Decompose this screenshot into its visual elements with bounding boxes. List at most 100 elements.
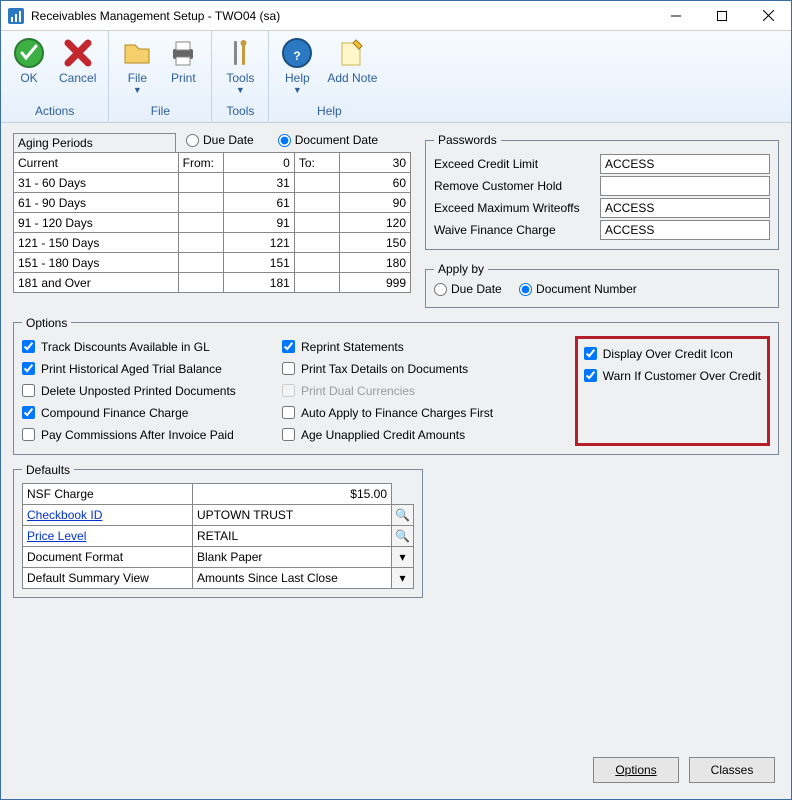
- svg-text:?: ?: [294, 49, 301, 63]
- password-row: Remove Customer Hold: [434, 175, 770, 197]
- options-fieldset: Options Track Discounts Available in GLP…: [13, 316, 779, 455]
- search-icon: 🔍: [395, 529, 410, 543]
- aging-to-header: To:: [294, 153, 339, 173]
- option-checkbox: Print Dual Currencies: [282, 380, 522, 402]
- summary-view-dropdown-button[interactable]: ▾: [392, 567, 414, 589]
- price-level-input[interactable]: RETAIL: [192, 525, 392, 547]
- aging-periods-panel: Aging Periods Due Date Document Date Cur…: [13, 133, 411, 316]
- option-label: Print Tax Details on Documents: [301, 362, 468, 376]
- option-checkbox[interactable]: Warn If Customer Over Credit: [584, 365, 761, 387]
- password-input[interactable]: ACCESS: [600, 198, 770, 218]
- option-label: Age Unapplied Credit Amounts: [301, 428, 465, 442]
- aging-document-date-radio[interactable]: Document Date: [278, 133, 378, 147]
- ribbon-group-file: File ▼ Print File: [109, 31, 212, 122]
- aging-from-value[interactable]: 181: [224, 273, 295, 293]
- window-title: Receivables Management Setup - TWO04 (sa…: [31, 9, 653, 23]
- password-row: Exceed Credit Limit ACCESS: [434, 153, 770, 175]
- option-label: Warn If Customer Over Credit: [603, 369, 761, 383]
- help-menu-button[interactable]: ? Help ▼: [275, 35, 319, 95]
- aging-from-value[interactable]: 61: [224, 193, 295, 213]
- chevron-down-icon: ▼: [293, 87, 302, 93]
- applyby-fieldset: Apply by Due Date Document Number: [425, 262, 779, 308]
- print-button[interactable]: Print: [161, 35, 205, 95]
- defaults-fieldset: Defaults NSF Charge $15.00 Checkbook ID …: [13, 463, 423, 598]
- option-checkbox[interactable]: Reprint Statements: [282, 336, 522, 358]
- minimize-button[interactable]: [653, 1, 699, 31]
- document-format-select[interactable]: Blank Paper: [192, 546, 392, 568]
- aging-row-label: 31 - 60 Days: [14, 173, 179, 193]
- aging-to-value[interactable]: 90: [340, 193, 411, 213]
- applyby-due-date-radio[interactable]: Due Date: [434, 282, 502, 296]
- applyby-document-number-radio[interactable]: Document Number: [519, 282, 637, 296]
- titlebar: Receivables Management Setup - TWO04 (sa…: [1, 1, 791, 31]
- checkbook-id-link[interactable]: Checkbook ID: [27, 508, 102, 522]
- credit-options-highlight: Display Over Credit Icon Warn If Customer…: [575, 336, 770, 446]
- default-summary-view-row: Default Summary View Amounts Since Last …: [22, 567, 414, 589]
- aging-row-label: Current: [14, 153, 179, 173]
- password-label: Exceed Credit Limit: [434, 157, 594, 171]
- close-button[interactable]: [745, 1, 791, 31]
- ok-button[interactable]: OK: [7, 35, 51, 87]
- aging-periods-legend: Aging Periods: [13, 133, 176, 153]
- add-note-button[interactable]: Add Note: [321, 35, 383, 95]
- classes-button[interactable]: Classes: [689, 757, 775, 783]
- password-label: Waive Finance Charge: [434, 223, 594, 237]
- option-checkbox[interactable]: Print Tax Details on Documents: [282, 358, 522, 380]
- option-label: Compound Finance Charge: [41, 406, 188, 420]
- file-menu-button[interactable]: File ▼: [115, 35, 159, 95]
- aging-to-value[interactable]: 60: [340, 173, 411, 193]
- options-button[interactable]: Options: [593, 757, 679, 783]
- search-icon: 🔍: [395, 508, 410, 522]
- ribbon: OK Cancel Actions File ▼ Print: [1, 31, 791, 123]
- option-checkbox[interactable]: Age Unapplied Credit Amounts: [282, 424, 522, 446]
- nsf-charge-input[interactable]: $15.00: [192, 483, 392, 505]
- price-level-lookup-button[interactable]: 🔍: [392, 525, 414, 547]
- cancel-button[interactable]: Cancel: [53, 35, 102, 87]
- window: Receivables Management Setup - TWO04 (sa…: [0, 0, 792, 800]
- aging-from-value[interactable]: 91: [224, 213, 295, 233]
- password-row: Waive Finance Charge ACCESS: [434, 219, 770, 241]
- option-label: Track Discounts Available in GL: [41, 340, 210, 354]
- checkbook-id-input[interactable]: UPTOWN TRUST: [192, 504, 392, 526]
- default-nsf-charge-row: NSF Charge $15.00: [22, 483, 414, 505]
- aging-to-value[interactable]: 120: [340, 213, 411, 233]
- option-checkbox[interactable]: Auto Apply to Finance Charges First: [282, 402, 522, 424]
- aging-to-value[interactable]: 999: [340, 273, 411, 293]
- password-label: Exceed Maximum Writeoffs: [434, 201, 594, 215]
- aging-to-value[interactable]: 180: [340, 253, 411, 273]
- aging-row-label: 121 - 150 Days: [14, 233, 179, 253]
- ribbon-group-help: ? Help ▼ Add Note Help: [269, 31, 389, 122]
- aging-to-value[interactable]: 150: [340, 233, 411, 253]
- aging-from-value[interactable]: 31: [224, 173, 295, 193]
- option-checkbox[interactable]: Track Discounts Available in GL: [22, 336, 262, 358]
- option-checkbox[interactable]: Pay Commissions After Invoice Paid: [22, 424, 262, 446]
- maximize-button[interactable]: [699, 1, 745, 31]
- password-input[interactable]: [600, 176, 770, 196]
- checkbook-lookup-button[interactable]: 🔍: [392, 504, 414, 526]
- option-checkbox[interactable]: Compound Finance Charge: [22, 402, 262, 424]
- password-input[interactable]: ACCESS: [600, 154, 770, 174]
- content-area: Aging Periods Due Date Document Date Cur…: [1, 123, 791, 616]
- option-label: Auto Apply to Finance Charges First: [301, 406, 493, 420]
- ribbon-group-tools: Tools ▼ Tools: [212, 31, 269, 122]
- price-level-link[interactable]: Price Level: [27, 529, 86, 543]
- option-checkbox[interactable]: Print Historical Aged Trial Balance: [22, 358, 262, 380]
- option-label: Print Dual Currencies: [301, 384, 415, 398]
- aging-from-value[interactable]: 0: [224, 153, 295, 173]
- tools-menu-button[interactable]: Tools ▼: [218, 35, 262, 95]
- password-label: Remove Customer Hold: [434, 179, 594, 193]
- aging-from-value[interactable]: 121: [224, 233, 295, 253]
- aging-from-value[interactable]: 151: [224, 253, 295, 273]
- summary-view-select[interactable]: Amounts Since Last Close: [192, 567, 392, 589]
- password-input[interactable]: ACCESS: [600, 220, 770, 240]
- default-document-format-row: Document Format Blank Paper ▾: [22, 546, 414, 568]
- option-label: Display Over Credit Icon: [603, 347, 733, 361]
- document-format-dropdown-button[interactable]: ▾: [392, 546, 414, 568]
- option-checkbox[interactable]: Delete Unposted Printed Documents: [22, 380, 262, 402]
- aging-due-date-radio[interactable]: Due Date: [186, 133, 254, 147]
- chevron-down-icon: ▼: [236, 87, 245, 93]
- aging-to-value[interactable]: 30: [340, 153, 411, 173]
- app-icon: [7, 7, 25, 25]
- option-checkbox[interactable]: Display Over Credit Icon: [584, 343, 761, 365]
- password-row: Exceed Maximum Writeoffs ACCESS: [434, 197, 770, 219]
